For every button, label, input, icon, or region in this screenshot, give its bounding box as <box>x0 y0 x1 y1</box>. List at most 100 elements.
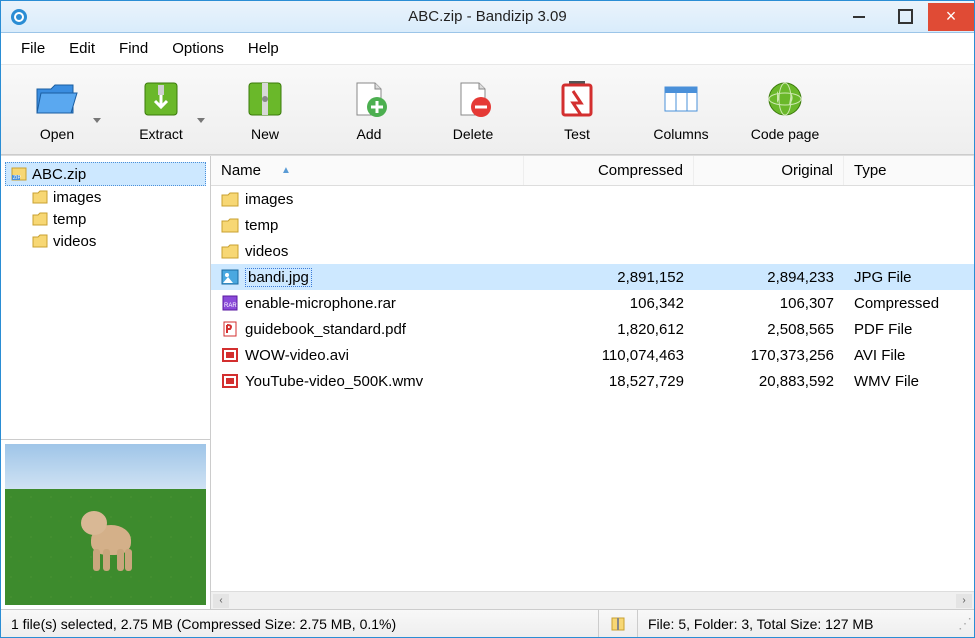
minimize-button[interactable] <box>836 3 882 31</box>
cell-original <box>694 197 844 201</box>
cell-original: 170,373,256 <box>694 345 844 366</box>
file-name: temp <box>245 217 278 234</box>
new-archive-icon <box>241 78 289 120</box>
window-controls: × <box>836 3 974 31</box>
list-row[interactable]: videos <box>211 238 974 264</box>
file-name: bandi.jpg <box>245 268 312 287</box>
cell-type: JPG File <box>844 267 974 288</box>
list-row[interactable]: guidebook_standard.pdf 1,820,6122,508,565… <box>211 316 974 342</box>
delete-button[interactable]: Delete <box>427 70 519 150</box>
folder-icon <box>221 190 239 208</box>
jpg-icon <box>221 268 239 286</box>
cell-original: 2,894,233 <box>694 267 844 288</box>
cell-compressed: 1,820,612 <box>524 319 694 340</box>
folder-icon <box>221 216 239 234</box>
open-folder-icon <box>33 78 81 120</box>
file-name: guidebook_standard.pdf <box>245 321 406 338</box>
window-title: ABC.zip - Bandizip 3.09 <box>1 8 974 25</box>
list-row[interactable]: WOW-video.avi 110,074,463170,373,256AVI F… <box>211 342 974 368</box>
tree-item[interactable]: videos <box>5 230 206 252</box>
pdf-icon <box>221 320 239 338</box>
resize-grip[interactable]: ⋰ <box>958 615 974 632</box>
maximize-button[interactable] <box>882 3 928 31</box>
menu-edit[interactable]: Edit <box>59 36 105 61</box>
extract-icon <box>137 78 185 120</box>
list-row[interactable]: bandi.jpg 2,891,1522,894,233JPG File <box>211 264 974 290</box>
globe-icon <box>761 78 809 120</box>
cell-compressed <box>524 223 694 227</box>
menu-help[interactable]: Help <box>238 36 289 61</box>
app-window: ABC.zip - Bandizip 3.09 × File Edit Find… <box>0 0 975 638</box>
video-icon <box>221 346 239 364</box>
svg-text:RAR: RAR <box>224 303 237 309</box>
cell-original: 106,307 <box>694 293 844 314</box>
tree-item[interactable]: temp <box>5 208 206 230</box>
content-area: ZIP ABC.zip images temp video <box>1 155 974 609</box>
rar-icon: RAR <box>221 294 239 312</box>
delete-file-icon <box>449 78 497 120</box>
statusbar: 1 file(s) selected, 2.75 MB (Compressed … <box>1 609 974 637</box>
cell-compressed <box>524 249 694 253</box>
svg-text:ZIP: ZIP <box>13 175 21 181</box>
status-archive-icon[interactable] <box>598 610 638 637</box>
app-icon <box>9 7 29 27</box>
extract-button[interactable]: Extract <box>115 70 207 150</box>
cell-type: PDF File <box>844 319 974 340</box>
cell-type: AVI File <box>844 345 974 366</box>
cell-type <box>844 249 974 253</box>
dropdown-arrow-icon[interactable] <box>197 118 205 123</box>
tree-root[interactable]: ZIP ABC.zip <box>5 162 206 186</box>
status-summary: File: 5, Folder: 3, Total Size: 127 MB <box>638 616 958 632</box>
close-button[interactable]: × <box>928 3 974 31</box>
list-row[interactable]: images <box>211 186 974 212</box>
file-list: Name▲ Compressed Original Type images tem… <box>211 156 974 609</box>
cell-original: 2,508,565 <box>694 319 844 340</box>
cell-original <box>694 249 844 253</box>
video-icon <box>221 372 239 390</box>
cell-compressed: 110,074,463 <box>524 345 694 366</box>
open-button[interactable]: Open <box>11 70 103 150</box>
folder-icon <box>221 242 239 260</box>
test-button[interactable]: Test <box>531 70 623 150</box>
list-row[interactable]: RARenable-microphone.rar106,342106,307Co… <box>211 290 974 316</box>
column-original[interactable]: Original <box>694 156 844 185</box>
scroll-left-icon[interactable]: ‹ <box>213 594 229 608</box>
menubar: File Edit Find Options Help <box>1 33 974 65</box>
folder-icon <box>31 210 49 228</box>
column-compressed[interactable]: Compressed <box>524 156 694 185</box>
file-name: WOW-video.avi <box>245 347 349 364</box>
add-button[interactable]: Add <box>323 70 415 150</box>
cell-compressed <box>524 197 694 201</box>
new-button[interactable]: New <box>219 70 311 150</box>
cell-type: WMV File <box>844 371 974 392</box>
horizontal-scrollbar[interactable]: ‹ › <box>211 591 974 609</box>
add-file-icon <box>345 78 393 120</box>
list-body[interactable]: images temp videos bandi.jpg 2,891,1522,894,… <box>211 186 974 591</box>
column-name[interactable]: Name▲ <box>211 156 524 185</box>
cell-type <box>844 223 974 227</box>
file-name: images <box>245 191 293 208</box>
cell-compressed: 2,891,152 <box>524 267 694 288</box>
menu-options[interactable]: Options <box>162 36 234 61</box>
columns-button[interactable]: Columns <box>635 70 727 150</box>
file-name: videos <box>245 243 288 260</box>
file-name: YouTube-video_500K.wmv <box>245 373 423 390</box>
codepage-button[interactable]: Code page <box>739 70 831 150</box>
folder-tree[interactable]: ZIP ABC.zip images temp video <box>1 156 210 439</box>
cell-original <box>694 223 844 227</box>
cell-compressed: 18,527,729 <box>524 371 694 392</box>
dropdown-arrow-icon[interactable] <box>93 118 101 123</box>
list-row[interactable]: YouTube-video_500K.wmv18,527,72920,883,5… <box>211 368 974 394</box>
list-row[interactable]: temp <box>211 212 974 238</box>
zip-icon: ZIP <box>10 165 28 183</box>
test-icon <box>553 78 601 120</box>
menu-file[interactable]: File <box>11 36 55 61</box>
toolbar: Open Extract New Add Delete <box>1 65 974 155</box>
menu-find[interactable]: Find <box>109 36 158 61</box>
columns-icon <box>657 78 705 120</box>
column-type[interactable]: Type <box>844 156 974 185</box>
titlebar[interactable]: ABC.zip - Bandizip 3.09 × <box>1 1 974 33</box>
sort-indicator-icon: ▲ <box>281 165 291 176</box>
scroll-right-icon[interactable]: › <box>956 594 972 608</box>
tree-item[interactable]: images <box>5 186 206 208</box>
